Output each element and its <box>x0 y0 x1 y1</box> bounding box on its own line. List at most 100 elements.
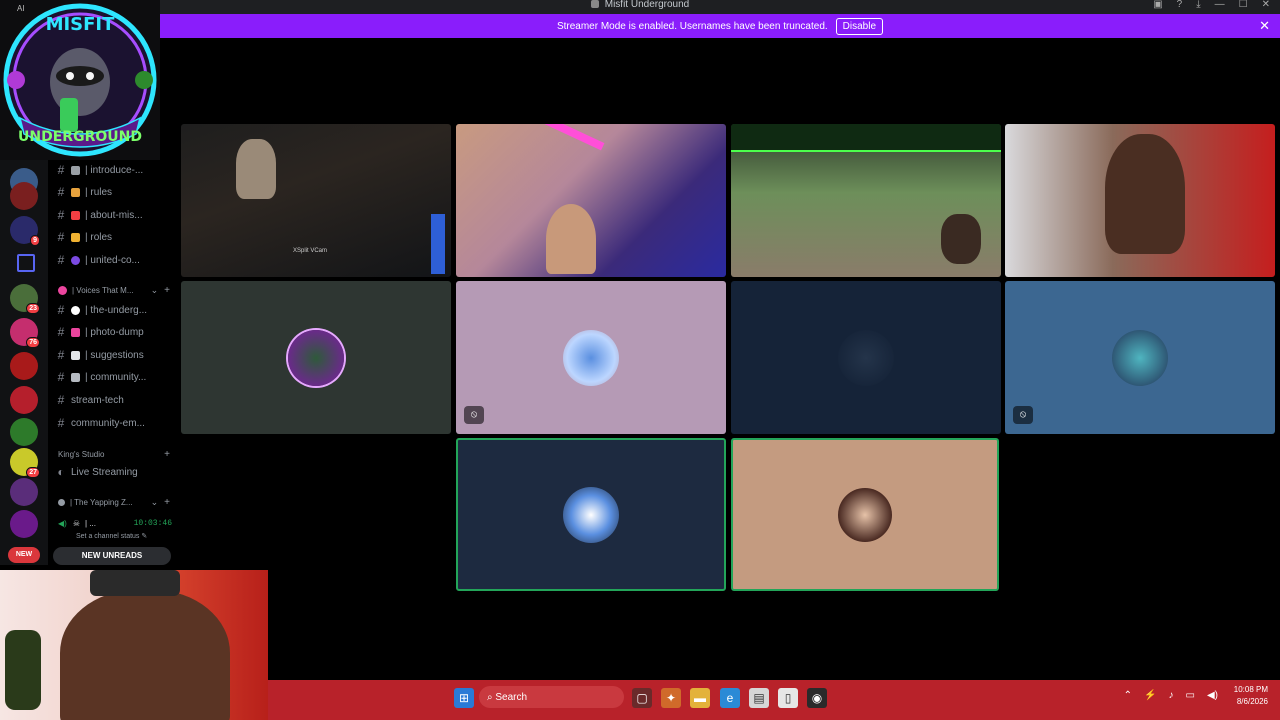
hash-icon: # <box>57 393 65 407</box>
inbox-icon[interactable]: ▣ <box>1153 0 1162 10</box>
banner-close-icon[interactable]: ✕ <box>1259 18 1270 34</box>
category-label: | Voices That M... <box>72 285 134 295</box>
server-icon[interactable] <box>10 510 38 538</box>
skull-icon: ☠ <box>72 518 80 528</box>
file-explorer-icon[interactable]: ▬ <box>690 688 710 708</box>
channel-item[interactable]: # | suggestions <box>54 345 172 365</box>
channel-emoji-icon <box>71 350 80 360</box>
category-label: | The Yapping Z... <box>70 497 133 507</box>
server-icon[interactable]: 9 <box>10 216 40 246</box>
voice-tile[interactable] <box>181 281 451 434</box>
disable-button[interactable]: Disable <box>835 17 884 35</box>
search-label: Search <box>495 691 528 703</box>
hash-icon: # <box>57 185 65 199</box>
taskbar-search[interactable]: ⌕ Search <box>479 686 624 708</box>
voice-tile-speaking[interactable] <box>731 438 999 591</box>
channel-label: | suggestions <box>85 349 144 361</box>
chrome-icon[interactable]: ◉ <box>807 688 827 708</box>
participant-video <box>431 214 445 274</box>
copilot-icon[interactable]: ✦ <box>661 688 681 708</box>
channel-status[interactable]: Set a channel status ✎ <box>76 532 147 540</box>
avatar <box>838 487 892 542</box>
server-icon[interactable]: 76 <box>10 318 40 348</box>
maximize-button[interactable]: ☐ <box>1239 0 1248 10</box>
new-unreads-button[interactable]: NEW UNREADS <box>53 547 171 565</box>
channel-label: community-em... <box>71 417 145 429</box>
channel-emoji-icon <box>71 372 80 382</box>
unread-badge: 23 <box>26 303 40 314</box>
channel-item[interactable]: # | introduce-... <box>54 160 172 180</box>
taskbar-clock[interactable]: 10:08 PM 8/6/2026 <box>1234 684 1268 708</box>
video-tile[interactable]: XSplit VCam <box>181 124 451 277</box>
chevron-up-icon[interactable]: ⌃ <box>1124 690 1132 701</box>
volume-icon[interactable]: ◀) <box>1207 690 1218 701</box>
voice-tile-speaking[interactable] <box>456 438 726 591</box>
avatar <box>1112 329 1168 386</box>
voice-tile[interactable] <box>731 281 1001 434</box>
video-tile[interactable] <box>1005 124 1275 277</box>
server-icon[interactable] <box>10 182 38 210</box>
channel-item[interactable]: # | rules <box>54 182 172 202</box>
server-icon[interactable]: 27 <box>10 448 40 478</box>
voice-tile[interactable]: ⦸ <box>1005 281 1275 434</box>
help-icon[interactable]: ? <box>1177 0 1183 10</box>
voice-timer: 10:03:46 <box>133 518 172 528</box>
hash-icon: # <box>57 163 65 177</box>
new-pill[interactable]: NEW <box>8 547 40 563</box>
video-tile[interactable] <box>456 124 726 277</box>
streamer-mode-text: Streamer Mode is enabled. Usernames have… <box>556 20 828 32</box>
task-view-icon[interactable]: ▢ <box>632 688 652 708</box>
edge-icon[interactable]: e <box>720 688 740 708</box>
channel-label: | community... <box>85 371 147 383</box>
stage-channel-item[interactable]: ◐ Live Streaming <box>54 462 172 482</box>
channel-item[interactable]: # | the-underg... <box>54 300 172 320</box>
microphone-icon[interactable]: ♪ <box>1169 690 1174 701</box>
add-channel-icon[interactable]: + <box>164 497 170 508</box>
participant-video <box>60 590 230 720</box>
server-icon[interactable] <box>10 418 38 446</box>
channel-item[interactable]: # community-em... <box>54 413 172 433</box>
channel-item[interactable]: # | about-mis... <box>54 205 172 225</box>
channel-item[interactable]: # stream-tech <box>54 390 172 410</box>
bluetooth-off-icon[interactable]: ⚡ <box>1144 690 1156 701</box>
voice-connected-user[interactable]: ◀) ☠ | ... 10:03:46 <box>58 516 172 530</box>
unread-badge: 9 <box>30 235 40 246</box>
channel-status-text: Set a channel status <box>76 533 140 540</box>
voice-tile[interactable]: ⦸ <box>456 281 726 434</box>
store-icon[interactable]: ▤ <box>749 688 769 708</box>
notepad-icon[interactable]: ▯ <box>778 688 798 708</box>
participant-video <box>236 139 276 199</box>
channel-item[interactable]: # | roles <box>54 227 172 247</box>
server-list: 9 23 76 27 <box>0 160 48 565</box>
start-icon[interactable]: ⊞ <box>454 688 474 708</box>
search-icon: ⌕ <box>487 691 496 703</box>
add-channel-icon[interactable]: + <box>164 449 170 460</box>
category-yapping[interactable]: | The Yapping Z... ⌄ + <box>58 495 170 509</box>
server-icon[interactable] <box>10 386 38 414</box>
category-voices[interactable]: | Voices That M... ⌄ + <box>58 283 170 297</box>
add-channel-icon[interactable]: + <box>164 285 170 296</box>
server-icon[interactable]: 23 <box>10 284 40 314</box>
folder-icon[interactable] <box>17 254 35 272</box>
close-button[interactable]: ✕ <box>1262 0 1270 10</box>
channel-item[interactable]: # | community... <box>54 367 172 387</box>
clock-date: 8/6/2026 <box>1236 697 1268 706</box>
misfit-underground-logo: MISFIT UNDERGROUND <box>0 0 160 160</box>
stream-tile[interactable] <box>731 124 1001 277</box>
window-title-text: Misfit Underground <box>604 0 690 10</box>
channel-item[interactable]: # | photo-dump <box>54 322 172 342</box>
window-controls: ▣ ? ⤓ — ☐ ✕ <box>1153 0 1270 10</box>
channel-item[interactable]: # | united-co... <box>54 250 172 270</box>
network-icon[interactable]: ▭ <box>1186 690 1195 701</box>
minimize-button[interactable]: — <box>1215 0 1225 10</box>
stage-icon: ◐ <box>57 465 65 479</box>
channel-emoji-icon <box>71 187 80 197</box>
unread-badge: 76 <box>26 337 40 348</box>
download-icon[interactable]: ⤓ <box>1196 0 1200 10</box>
server-icon[interactable] <box>10 478 38 506</box>
server-icon[interactable] <box>10 352 38 380</box>
channel-label: | rules <box>85 186 113 198</box>
avatar <box>563 329 619 386</box>
channel-emoji-icon <box>71 165 80 175</box>
category-kings-studio[interactable]: King's Studio + <box>58 447 170 461</box>
